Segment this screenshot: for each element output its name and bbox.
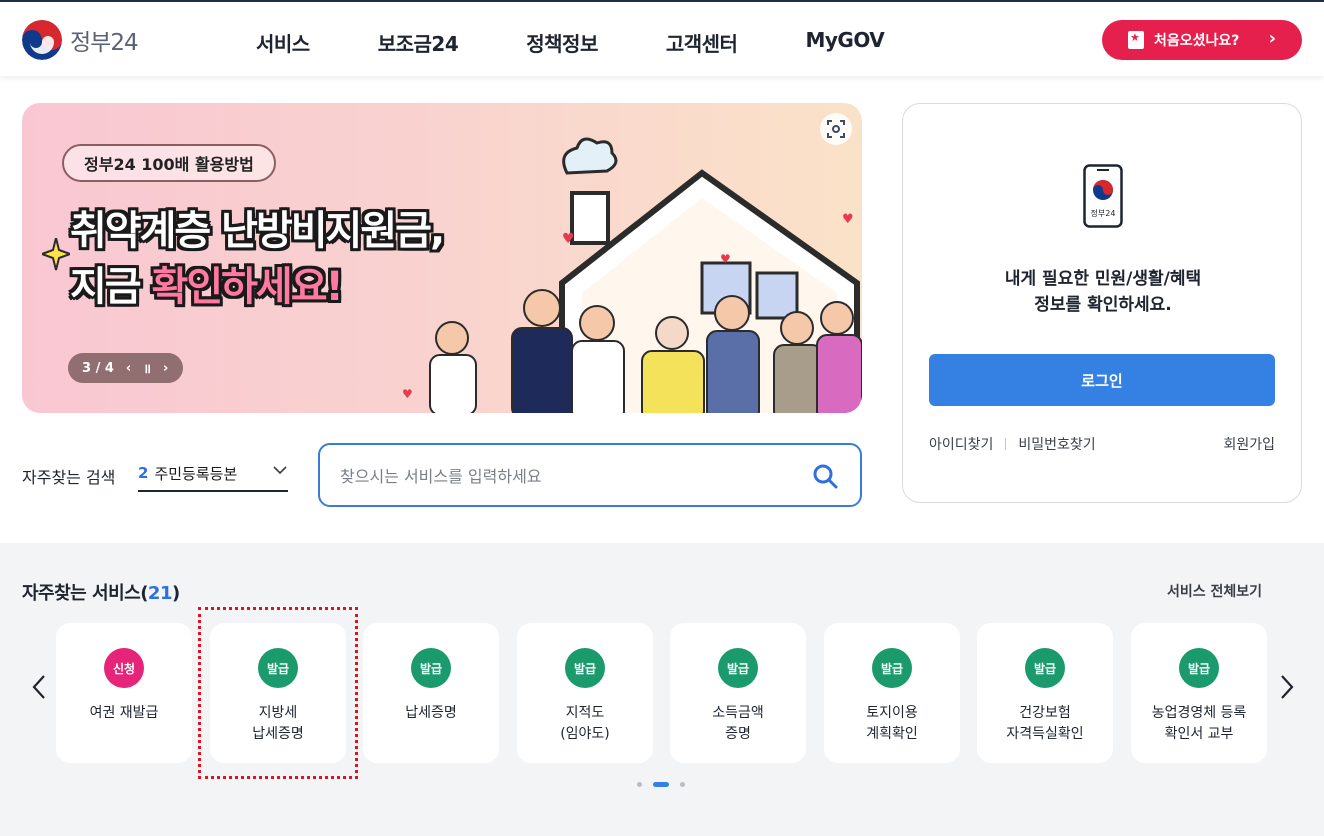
chevron-right-icon: ›: [1268, 28, 1276, 49]
service-card-health-insurance-eligibility[interactable]: 발급 건강보험 자격득실확인: [977, 623, 1113, 763]
bookmark-icon: [1128, 31, 1144, 49]
login-message: 내게 필요한 민원/생활/혜택 정보를 확인하세요.: [903, 266, 1303, 318]
banner-tag: 정부24 100배 활용방법: [62, 144, 276, 182]
banner-page-indicator: 3 / 4: [82, 360, 114, 376]
sparkle-icon: [42, 238, 70, 271]
find-id-link[interactable]: 아이디찾기: [929, 434, 993, 454]
service-card-income-certificate[interactable]: 발급 소득금액 증명: [670, 623, 806, 763]
frequent-services-section: 자주찾는 서비스(21) 서비스 전체보기 신청 여권 재발급 발급 지방세 납…: [0, 543, 1324, 836]
issue-badge: 발급: [718, 648, 758, 688]
login-card: 정부24 내게 필요한 민원/생활/혜택 정보를 확인하세요. 로그인 아이디찾…: [902, 103, 1302, 503]
nav-customer-center[interactable]: 고객센터: [666, 28, 738, 57]
first-visit-label: 처음오셨나요?: [1154, 33, 1240, 49]
service-name: 농업경영체 등록 확인서 교부: [1151, 705, 1247, 742]
service-card-local-tax-certificate[interactable]: 발급 지방세 납세증명: [210, 623, 346, 763]
nav-subsidy24[interactable]: 보조금24: [378, 28, 459, 57]
chevron-left-icon[interactable]: [30, 673, 48, 701]
banner-title-part4: 확인하세요!: [151, 264, 344, 310]
frequent-search-select[interactable]: 2 주민등록등본: [138, 456, 288, 492]
svg-text:♥: ♥: [720, 252, 731, 266]
login-message-line2: 정보를 확인하세요.: [1034, 295, 1172, 315]
service-name: 납세증명: [405, 705, 457, 721]
service-name: 지방세 납세증명: [252, 705, 304, 742]
chevron-down-icon: [273, 466, 287, 475]
service-name: 소득금액 증명: [712, 705, 764, 742]
join-link[interactable]: 회원가입: [1223, 434, 1275, 454]
nav-mygov[interactable]: MyGOV: [805, 28, 884, 57]
svg-text:♥: ♥: [842, 212, 854, 227]
issue-badge: 발급: [1025, 648, 1065, 688]
banner-title: 취약계층 난방비지원금, 지금 확인하세요!: [70, 203, 445, 315]
carousel-pagination: [637, 782, 696, 787]
svg-text:♥: ♥: [562, 231, 575, 247]
government-emblem-icon: [22, 20, 62, 60]
phone-label: 정부24: [1091, 208, 1116, 218]
service-card-tax-payment-certificate[interactable]: 발급 납세증명: [363, 623, 499, 763]
banner-next-button[interactable]: ›: [163, 361, 168, 376]
site-logo[interactable]: 정부24: [22, 20, 139, 60]
divider: [1005, 438, 1007, 450]
frequent-search-value: 주민등록등본: [154, 464, 238, 483]
banner-title-part3: 지금: [70, 264, 152, 310]
focus-icon: [827, 120, 845, 138]
site-header: 정부24 서비스 보조금24 정책정보 고객센터 MyGOV 처음오셨나요? ›: [0, 0, 1324, 76]
services-count: 21: [147, 583, 173, 604]
apply-badge: 신청: [104, 648, 144, 688]
banner-illustration: ♥ ♥ ♥ ♥: [402, 137, 862, 413]
nav-services[interactable]: 서비스: [256, 28, 310, 57]
find-password-link[interactable]: 비밀번호찾기: [1018, 434, 1095, 454]
issue-badge: 발급: [565, 648, 605, 688]
main-nav: 서비스 보조금24 정책정보 고객센터 MyGOV: [256, 28, 952, 57]
main-banner[interactable]: ♥ ♥ ♥ ♥ 정부24 100배 활용방법 취약계층 난방비지원금, 지금 확…: [22, 103, 862, 413]
service-card-passport-reissue[interactable]: 신청 여권 재발급: [56, 623, 192, 763]
service-card-farm-registration[interactable]: 발급 농업경영체 등록 확인서 교부: [1131, 623, 1267, 763]
issue-badge: 발급: [411, 648, 451, 688]
pagination-dot[interactable]: [680, 782, 685, 787]
login-message-line1: 내게 필요한 민원/생활/혜택: [1004, 269, 1202, 289]
chevron-right-icon[interactable]: [1278, 673, 1296, 701]
login-button[interactable]: 로그인: [929, 354, 1275, 406]
svg-text:♥: ♥: [402, 387, 413, 401]
login-links: 아이디찾기 비밀번호찾기: [929, 434, 1096, 454]
pagination-dot[interactable]: [637, 782, 642, 787]
pagination-dot-active[interactable]: [653, 782, 669, 787]
service-name: 여권 재발급: [89, 705, 159, 721]
service-card-land-use-plan[interactable]: 발급 토지이용 계획확인: [824, 623, 960, 763]
banner-title-part1: 취약계층: [70, 208, 222, 254]
banner-pager: 3 / 4 ‹ ॥ ›: [68, 353, 183, 383]
view-all-services-link[interactable]: 서비스 전체보기: [1167, 581, 1262, 601]
services-title-text: 자주찾는 서비스: [22, 583, 141, 604]
first-visit-button[interactable]: 처음오셨나요? ›: [1102, 20, 1302, 60]
banner-title-part2: 난방비지원금,: [221, 208, 445, 254]
frequent-search-label: 자주찾는 검색: [22, 468, 116, 487]
issue-badge: 발급: [258, 648, 298, 688]
nav-policy-info[interactable]: 정책정보: [526, 28, 598, 57]
banner-pause-button[interactable]: ॥: [143, 359, 151, 377]
search-input[interactable]: [340, 463, 800, 489]
services-title: 자주찾는 서비스(21): [22, 583, 180, 604]
issue-badge: 발급: [872, 648, 912, 688]
service-name: 토지이용 계획확인: [866, 705, 918, 742]
banner-prev-button[interactable]: ‹: [126, 361, 131, 376]
search-box: [318, 443, 862, 507]
issue-badge: 발급: [1179, 648, 1219, 688]
service-name: 지적도 (임야도): [560, 705, 610, 742]
service-name: 건강보험 자격득실확인: [1006, 705, 1084, 742]
search-icon[interactable]: [812, 463, 838, 489]
logo-text: 정부24: [70, 30, 139, 56]
mobile-phone-icon: 정부24: [1083, 164, 1123, 228]
frequent-search-rank: 2: [138, 464, 149, 482]
service-card-cadastral-map[interactable]: 발급 지적도 (임야도): [517, 623, 653, 763]
banner-zoom-button[interactable]: [820, 113, 852, 145]
